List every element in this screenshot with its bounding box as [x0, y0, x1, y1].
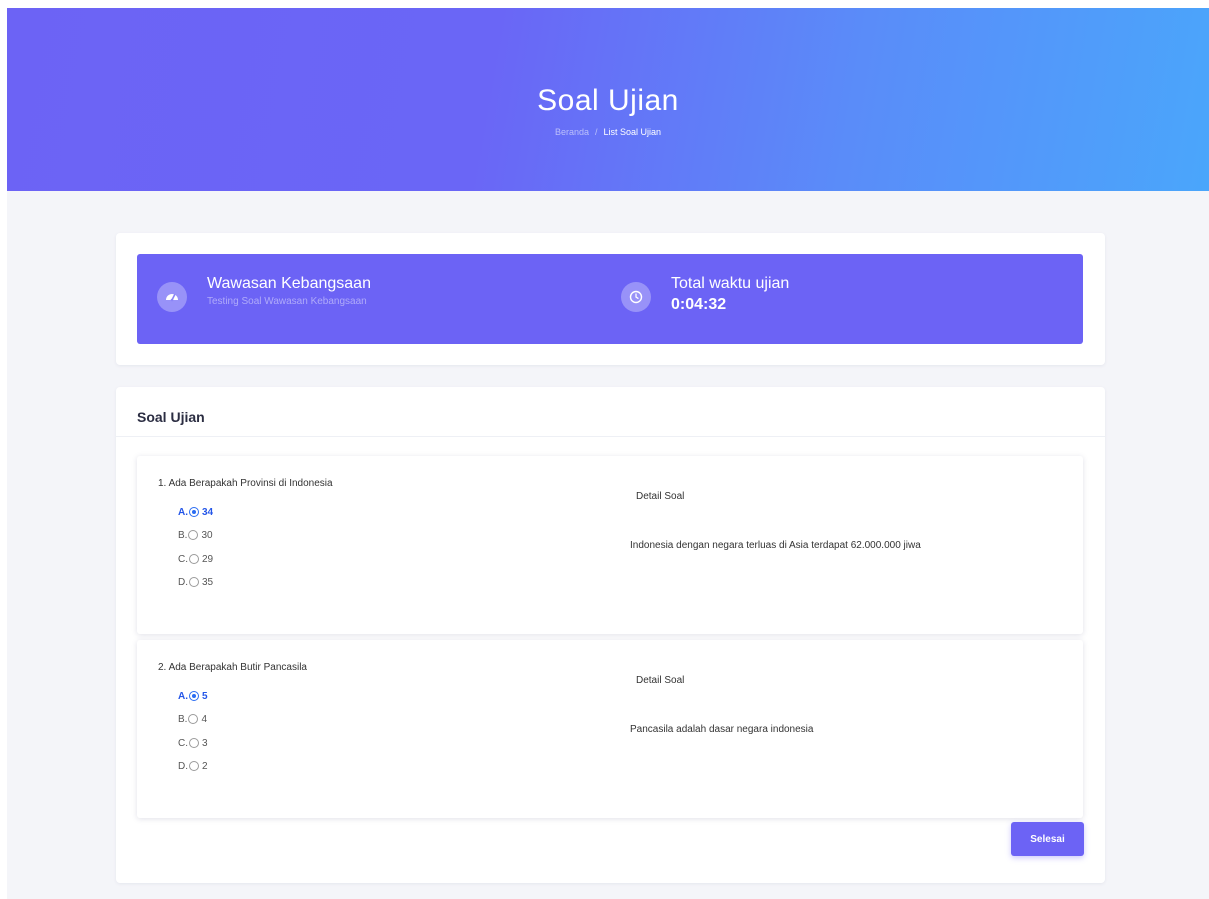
question-card: 2. Ada Berapakah Butir Pancasila A. 5 B. 4… — [137, 640, 1083, 818]
option-letter: B. — [178, 529, 188, 541]
hero-banner: Soal Ujian Beranda / List Soal Ujian — [7, 8, 1209, 191]
exam-timer: Total waktu ujian 0:04:32 — [621, 274, 789, 314]
finish-button[interactable]: Selesai — [1011, 822, 1084, 856]
answer-option[interactable]: A. 5 — [178, 689, 208, 703]
detail-label: Detail Soal — [636, 491, 685, 502]
option-letter: B. — [178, 713, 188, 725]
answer-option[interactable]: C. 29 — [178, 552, 213, 566]
option-value: 2 — [202, 760, 208, 772]
answer-option[interactable]: D. 2 — [178, 759, 208, 773]
radio-button[interactable] — [189, 738, 199, 748]
radio-button[interactable] — [189, 761, 199, 771]
option-value: 35 — [202, 576, 214, 588]
exam-info-card: Wawasan Kebangsaan Testing Soal Wawasan … — [116, 233, 1105, 365]
page-title: Soal Ujian — [537, 84, 679, 117]
option-letter: A. — [178, 690, 188, 702]
breadcrumb: Beranda / List Soal Ujian — [7, 127, 1209, 137]
option-value: 29 — [202, 553, 214, 565]
option-value: 34 — [202, 506, 214, 518]
timer-value: 0:04:32 — [671, 296, 727, 313]
option-value: 4 — [201, 713, 208, 725]
breadcrumb-home-link[interactable]: Beranda — [555, 127, 589, 137]
detail-text: Pancasila adalah dasar negara indonesia — [630, 724, 814, 735]
answer-option[interactable]: B. 30 — [178, 528, 213, 542]
breadcrumb-separator: / — [594, 127, 598, 137]
answer-option[interactable]: D. 35 — [178, 575, 213, 589]
divider — [116, 436, 1105, 437]
answer-option[interactable]: C. 3 — [178, 736, 208, 750]
radio-button[interactable] — [189, 554, 199, 564]
option-value: 5 — [202, 690, 208, 702]
question-card: 1. Ada Berapakah Provinsi di Indonesia A… — [137, 456, 1083, 634]
option-value: 3 — [202, 737, 208, 749]
questions-card: Soal Ujian 1. Ada Berapakah Provinsi di … — [116, 387, 1105, 883]
clock-icon — [621, 282, 651, 312]
questions-title: Soal Ujian — [137, 409, 205, 425]
exam-title: Wawasan Kebangsaan — [207, 275, 371, 292]
exam-info-banner: Wawasan Kebangsaan Testing Soal Wawasan … — [137, 254, 1083, 344]
option-letter: C. — [178, 737, 188, 749]
page: Soal Ujian Beranda / List Soal Ujian Wawas… — [7, 8, 1209, 899]
question-text: 1. Ada Berapakah Provinsi di Indonesia — [158, 478, 333, 489]
option-letter: D. — [178, 760, 188, 772]
option-value: 30 — [201, 529, 213, 541]
timer-label: Total waktu ujian — [671, 275, 790, 292]
exam-summary: Wawasan Kebangsaan Testing Soal Wawasan … — [157, 274, 371, 312]
radio-button[interactable] — [189, 507, 199, 517]
exam-subtitle: Testing Soal Wawasan Kebangsaan — [207, 296, 367, 307]
detail-label: Detail Soal — [636, 675, 685, 686]
answer-option[interactable]: B. 4 — [178, 712, 207, 726]
radio-button[interactable] — [188, 714, 199, 724]
answer-option[interactable]: A. 34 — [178, 505, 213, 519]
option-letter: A. — [178, 506, 188, 518]
detail-text: Indonesia dengan negara terluas di Asia … — [630, 540, 921, 551]
radio-button[interactable] — [189, 691, 199, 701]
option-letter: C. — [178, 553, 188, 565]
breadcrumb-current: List Soal Ujian — [603, 127, 662, 137]
radio-button[interactable] — [188, 530, 199, 540]
radio-button[interactable] — [189, 577, 199, 587]
question-text: 2. Ada Berapakah Butir Pancasila — [158, 662, 307, 673]
option-letter: D. — [178, 576, 188, 588]
dashboard-icon — [157, 282, 187, 312]
